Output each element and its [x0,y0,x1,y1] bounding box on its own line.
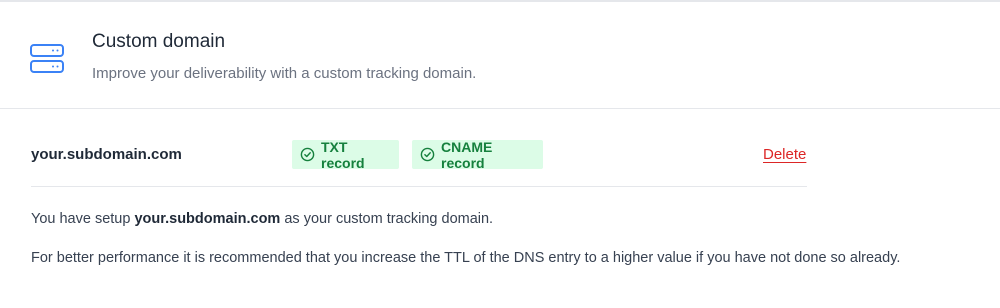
header-divider [0,108,1000,109]
performance-note: For better performance it is recommended… [31,250,901,266]
server-stack-icon [29,42,65,76]
row-divider [31,186,807,187]
section-subtitle: Improve your deliverability with a custo… [92,65,477,82]
cname-record-label: CNAME record [441,138,493,171]
setup-prefix: You have setup [31,211,131,227]
domain-row: your.subdomain.com TXT record CNAME reco… [0,130,1000,180]
check-circle-icon [300,147,315,162]
check-circle-icon [420,147,435,162]
delete-button[interactable]: Delete [763,145,806,165]
setup-message: You have setup your.subdomain.com as you… [31,209,493,229]
cname-record-badge: CNAME record [412,138,543,171]
txt-record-label: TXT record [321,138,365,171]
setup-domain: your.subdomain.com [134,211,281,227]
custom-domain-header: Custom domain Improve your deliverabilit… [0,2,1000,108]
setup-suffix: as your custom tracking domain. [284,211,494,227]
section-title: Custom domain [92,31,226,52]
txt-record-badge: TXT record [292,138,399,171]
domain-name: your.subdomain.com [31,146,182,163]
